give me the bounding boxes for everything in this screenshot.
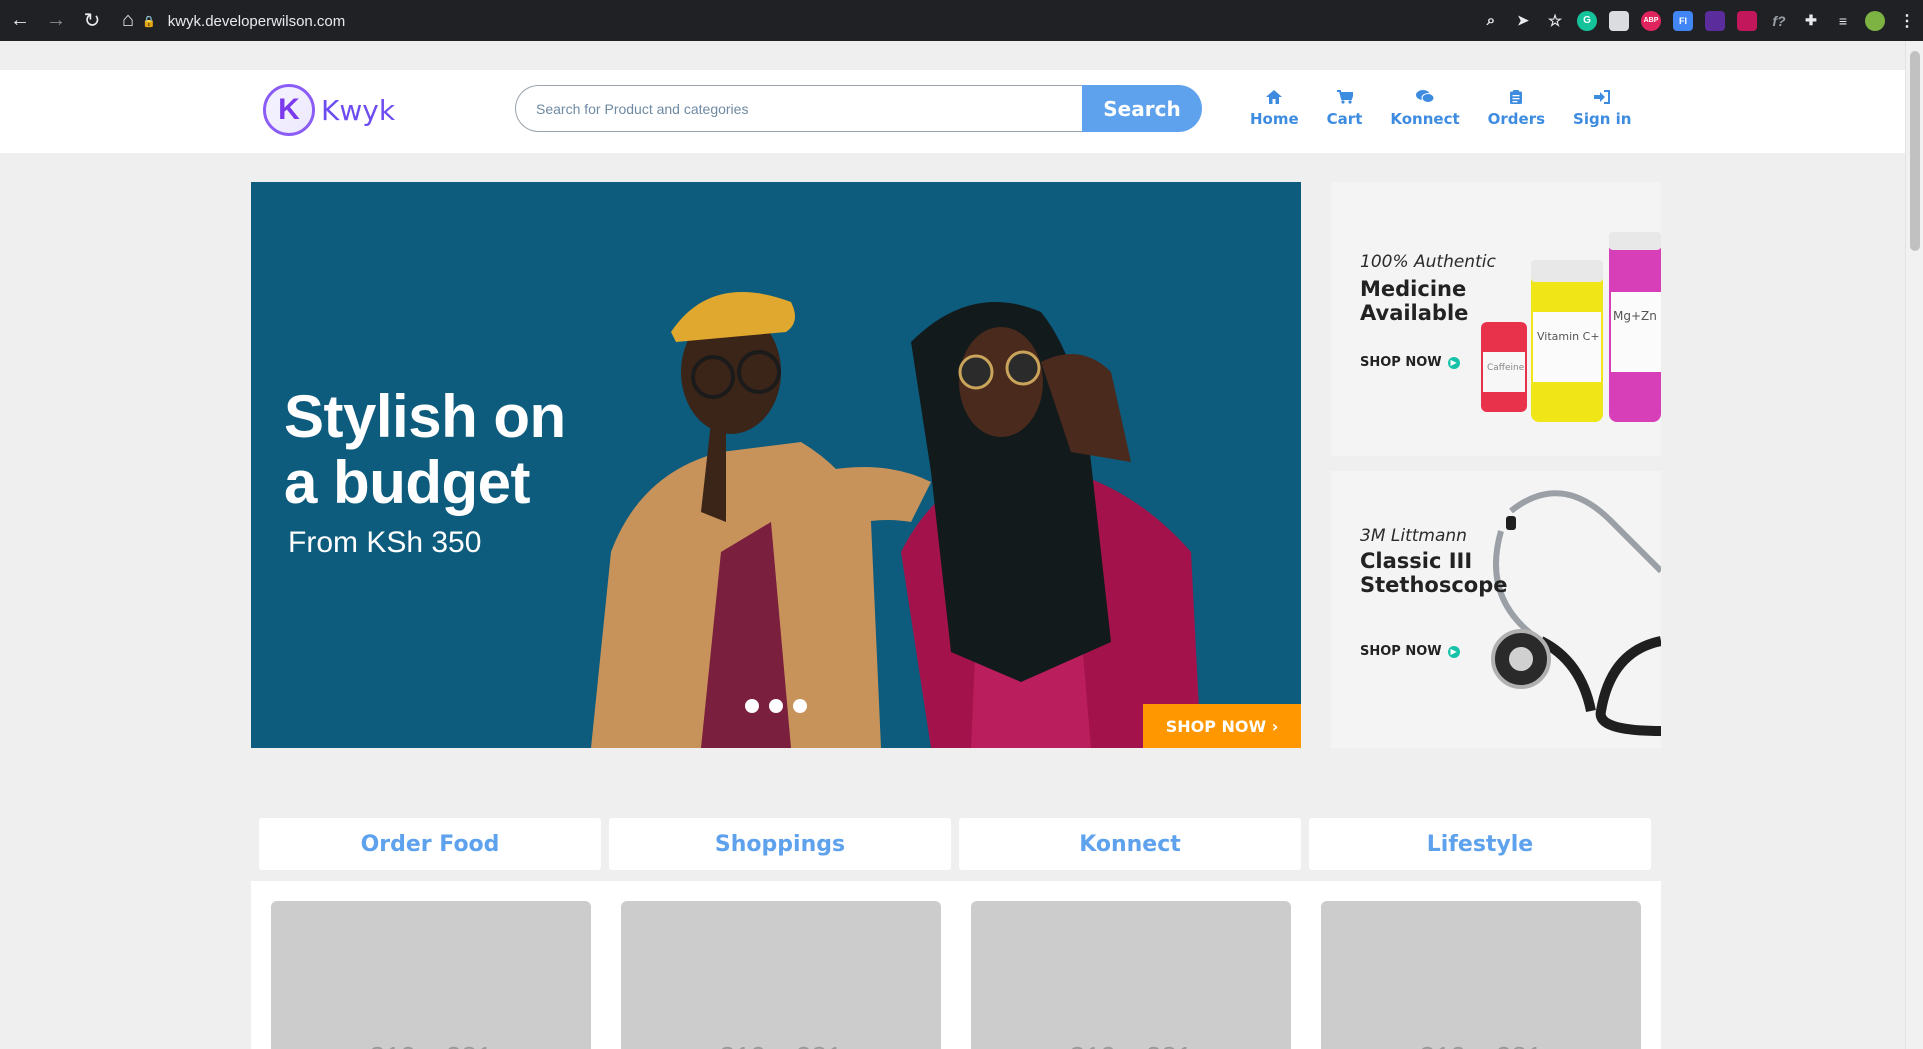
logo-text: Kwyk	[321, 93, 396, 127]
reading-list-icon[interactable]: ≡	[1833, 11, 1853, 31]
promo-medicine[interactable]: Caffeine Vitamin C+ Mg+Zn 100% Authentic…	[1331, 182, 1661, 456]
avatar[interactable]	[1865, 10, 1885, 31]
nav-label: Konnect	[1390, 110, 1460, 128]
tab-lifestyle[interactable]: Lifestyle	[1309, 818, 1651, 870]
nav-label: Orders	[1487, 110, 1546, 128]
logo[interactable]: K Kwyk	[263, 84, 395, 136]
product-grid: 319 x 281 319 x 281 319 x 281 319 x 281	[251, 881, 1661, 1049]
search-button[interactable]: Search	[1082, 85, 1202, 132]
adblock-icon[interactable]: ABP	[1641, 10, 1661, 31]
shop-now-button[interactable]: SHOP NOW ›	[1143, 704, 1301, 748]
product-card-placeholder[interactable]: 319 x 281	[271, 901, 591, 1049]
browser-toolbar: ← → ↻ ⌂ 🔒 kwyk.developerwilson.com ⌕ ➤ ☆…	[0, 0, 1923, 41]
search-input[interactable]	[515, 85, 1082, 132]
home-icon	[1266, 88, 1283, 110]
kebab-menu-icon[interactable]: ⋮	[1897, 11, 1917, 31]
send-icon[interactable]: ➤	[1513, 11, 1533, 31]
promo-title-line: Available	[1360, 301, 1469, 325]
nav-label: Sign in	[1573, 110, 1632, 128]
category-tabs: Order Food Shoppings Konnect Lifestyle	[259, 818, 1651, 870]
nav-konnect[interactable]: Konnect	[1390, 88, 1460, 128]
tab-shoppings[interactable]: Shoppings	[609, 818, 951, 870]
placeholder-size-label: 319 x 281	[1070, 1041, 1193, 1049]
nav-orders[interactable]: Orders	[1488, 88, 1545, 128]
arrow-right-circle-icon: ▶	[1447, 356, 1460, 369]
fi-extension-icon[interactable]: FI	[1673, 10, 1693, 31]
bottle-label: Caffeine	[1487, 363, 1525, 373]
nav-label: Home	[1250, 110, 1299, 128]
hero-title-line: Stylish on	[284, 383, 566, 450]
promo-title: Classic III Stethoscope	[1360, 549, 1507, 597]
arrow-right-circle-icon: ▶	[1447, 645, 1460, 658]
grammarly-icon[interactable]: G	[1577, 10, 1597, 31]
tab-konnect[interactable]: Konnect	[959, 818, 1301, 870]
stethoscope-image	[1491, 490, 1661, 736]
extension-badge-icon[interactable]	[1737, 10, 1757, 31]
product-card-placeholder[interactable]: 319 x 281	[971, 901, 1291, 1049]
address-bar[interactable]: 🔒 kwyk.developerwilson.com	[142, 8, 1404, 34]
site-header: K Kwyk Search Home Cart	[0, 70, 1905, 153]
scrollbar[interactable]	[1905, 41, 1923, 1049]
arrow-right-icon[interactable]: →	[40, 5, 72, 37]
zoom-icon[interactable]: ⌕	[1481, 11, 1501, 31]
reload-icon[interactable]: ↻	[76, 5, 108, 37]
carousel-indicators	[745, 699, 807, 713]
nav-sign-in[interactable]: Sign in	[1573, 88, 1631, 128]
placeholder-size-label: 319 x 281	[370, 1041, 493, 1049]
url-text: kwyk.developerwilson.com	[167, 12, 346, 30]
medicine-bottles-image: Caffeine Vitamin C+ Mg+Zn	[1481, 232, 1661, 422]
carousel-dot[interactable]	[745, 699, 759, 713]
chat-icon	[1416, 88, 1435, 110]
promo-title-line: Medicine	[1360, 277, 1467, 301]
bottle-label: Vitamin C+	[1537, 330, 1600, 343]
hero-image	[591, 292, 1201, 748]
puzzle-icon[interactable]: ✚	[1801, 11, 1821, 31]
cart-icon	[1336, 88, 1354, 110]
promo-shop-label: SHOP NOW	[1360, 355, 1442, 370]
star-icon[interactable]: ☆	[1545, 11, 1565, 31]
promo-title: Medicine Available	[1360, 277, 1468, 325]
clipboard-icon	[1510, 88, 1523, 110]
promo-shop-link[interactable]: SHOP NOW ▶	[1360, 644, 1460, 659]
arrow-left-icon[interactable]: ←	[4, 5, 36, 37]
scrollbar-thumb[interactable]	[1910, 51, 1920, 251]
hero-carousel[interactable]: Stylish on a budget From KSh 350 SHOP NO…	[251, 182, 1301, 748]
bottle-label: Mg+Zn	[1613, 309, 1657, 323]
promo-tag: 3M Littmann	[1360, 526, 1467, 546]
home-icon[interactable]: ⌂	[112, 5, 144, 37]
carousel-dot[interactable]	[793, 699, 807, 713]
search-bar: Search	[515, 85, 1202, 132]
nav-cart[interactable]: Cart	[1326, 88, 1363, 128]
promo-stethoscope[interactable]: 3M Littmann Classic III Stethoscope SHOP…	[1331, 471, 1661, 748]
promo-tag: 100% Authentic	[1360, 252, 1496, 272]
sign-in-icon	[1594, 88, 1611, 110]
lock-icon: 🔒	[142, 15, 156, 28]
tab-order-food[interactable]: Order Food	[259, 818, 601, 870]
page: K Kwyk Search Home Cart	[0, 41, 1905, 1049]
placeholder-size-label: 319 x 281	[720, 1041, 843, 1049]
extension-badge-icon[interactable]	[1705, 10, 1725, 31]
hero-title: Stylish on a budget	[284, 384, 566, 516]
extension-icon[interactable]	[1609, 10, 1629, 31]
placeholder-size-label: 319 x 281	[1420, 1041, 1543, 1049]
main-nav: Home Cart Konnect Orders Sign in	[1250, 88, 1659, 128]
formula-icon[interactable]: f?	[1769, 11, 1789, 31]
product-card-placeholder[interactable]: 319 x 281	[621, 901, 941, 1049]
extensions-area: ⌕ ➤ ☆ G ABP FI f? ✚ ≡ ⋮	[1475, 0, 1923, 41]
promo-shop-label: SHOP NOW	[1360, 644, 1442, 659]
hero-title-line: a budget	[284, 449, 530, 516]
carousel-dot[interactable]	[769, 699, 783, 713]
hero-subtitle: From KSh 350	[288, 526, 482, 559]
logo-icon: K	[263, 84, 315, 136]
promo-shop-link[interactable]: SHOP NOW ▶	[1360, 355, 1460, 370]
promo-title-line: Classic III	[1360, 549, 1473, 573]
nav-label: Cart	[1326, 110, 1363, 128]
promo-title-line: Stethoscope	[1360, 573, 1508, 597]
nav-home[interactable]: Home	[1250, 88, 1299, 128]
product-card-placeholder[interactable]: 319 x 281	[1321, 901, 1641, 1049]
